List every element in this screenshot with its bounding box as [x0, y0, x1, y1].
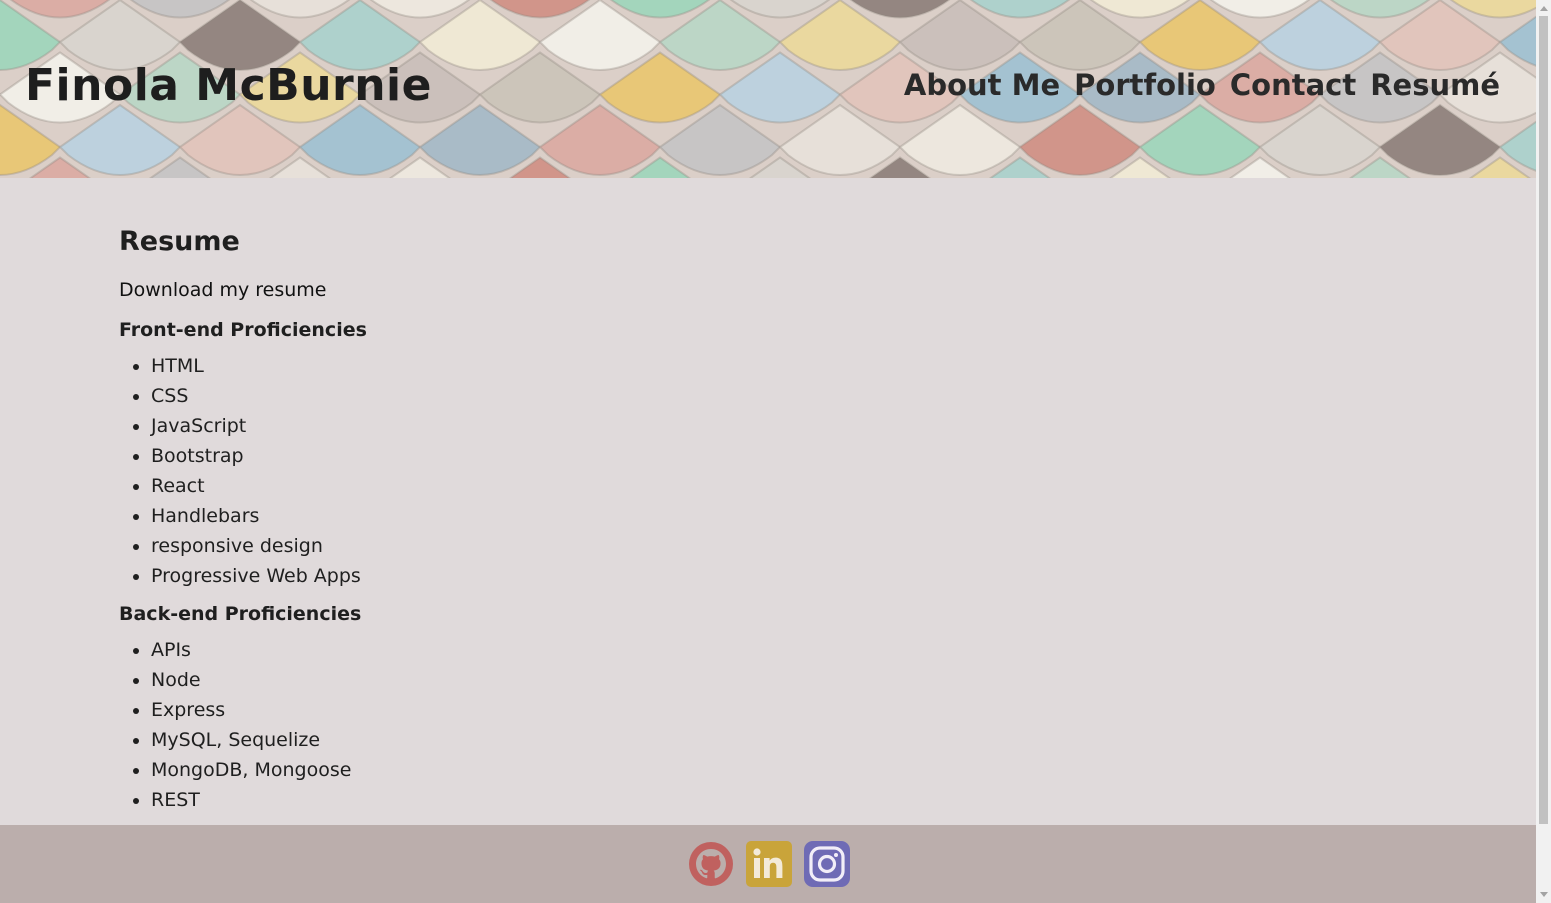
- list-item: Handlebars: [151, 501, 1019, 531]
- github-icon: [689, 842, 733, 886]
- instagram-icon: [804, 841, 850, 887]
- linkedin-icon: [746, 841, 792, 887]
- instagram-link[interactable]: [804, 841, 850, 887]
- list-item: Express: [151, 695, 1019, 725]
- list-item: REST: [151, 785, 1019, 815]
- list-item: Node: [151, 665, 1019, 695]
- list-item: Bootstrap: [151, 441, 1019, 471]
- nav-link-portfolio[interactable]: Portfolio: [1074, 68, 1216, 102]
- list-item: APIs: [151, 635, 1019, 665]
- nav-link-contact[interactable]: Contact: [1230, 68, 1356, 102]
- list-item: responsive design: [151, 531, 1019, 561]
- list-item: CSS: [151, 381, 1019, 411]
- main-nav: About Me Portfolio Contact Resumé: [904, 68, 1500, 102]
- page: Finola McBurnie About Me Portfolio Conta…: [0, 0, 1536, 903]
- vertical-scrollbar[interactable]: [1536, 0, 1551, 903]
- backend-list: APIs Node Express MySQL, Sequelize Mongo…: [119, 635, 1019, 815]
- frontend-list: HTML CSS JavaScript Bootstrap React Hand…: [119, 351, 1019, 591]
- resume-section: Resume Download my resume Front-end Prof…: [119, 226, 1019, 827]
- site-header: Finola McBurnie About Me Portfolio Conta…: [0, 0, 1536, 178]
- list-item: MongoDB, Mongoose: [151, 755, 1019, 785]
- list-item: HTML: [151, 351, 1019, 381]
- nav-link-about[interactable]: About Me: [904, 68, 1060, 102]
- download-resume-link[interactable]: Download my resume: [119, 279, 1019, 301]
- list-item: Progressive Web Apps: [151, 561, 1019, 591]
- github-link[interactable]: [688, 841, 734, 887]
- list-item: JavaScript: [151, 411, 1019, 441]
- list-item: MySQL, Sequelize: [151, 725, 1019, 755]
- scroll-up-icon[interactable]: [1536, 0, 1551, 16]
- nav-link-resume[interactable]: Resumé: [1370, 68, 1500, 102]
- scrollbar-thumb[interactable]: [1539, 16, 1548, 824]
- scroll-down-icon[interactable]: [1536, 887, 1551, 903]
- linkedin-link[interactable]: [746, 841, 792, 887]
- list-item: React: [151, 471, 1019, 501]
- site-footer: [0, 825, 1536, 903]
- site-title[interactable]: Finola McBurnie: [25, 60, 432, 111]
- frontend-heading: Front-end Proficiencies: [119, 319, 367, 341]
- backend-heading: Back-end Proficiencies: [119, 603, 362, 625]
- page-title: Resume: [119, 226, 240, 257]
